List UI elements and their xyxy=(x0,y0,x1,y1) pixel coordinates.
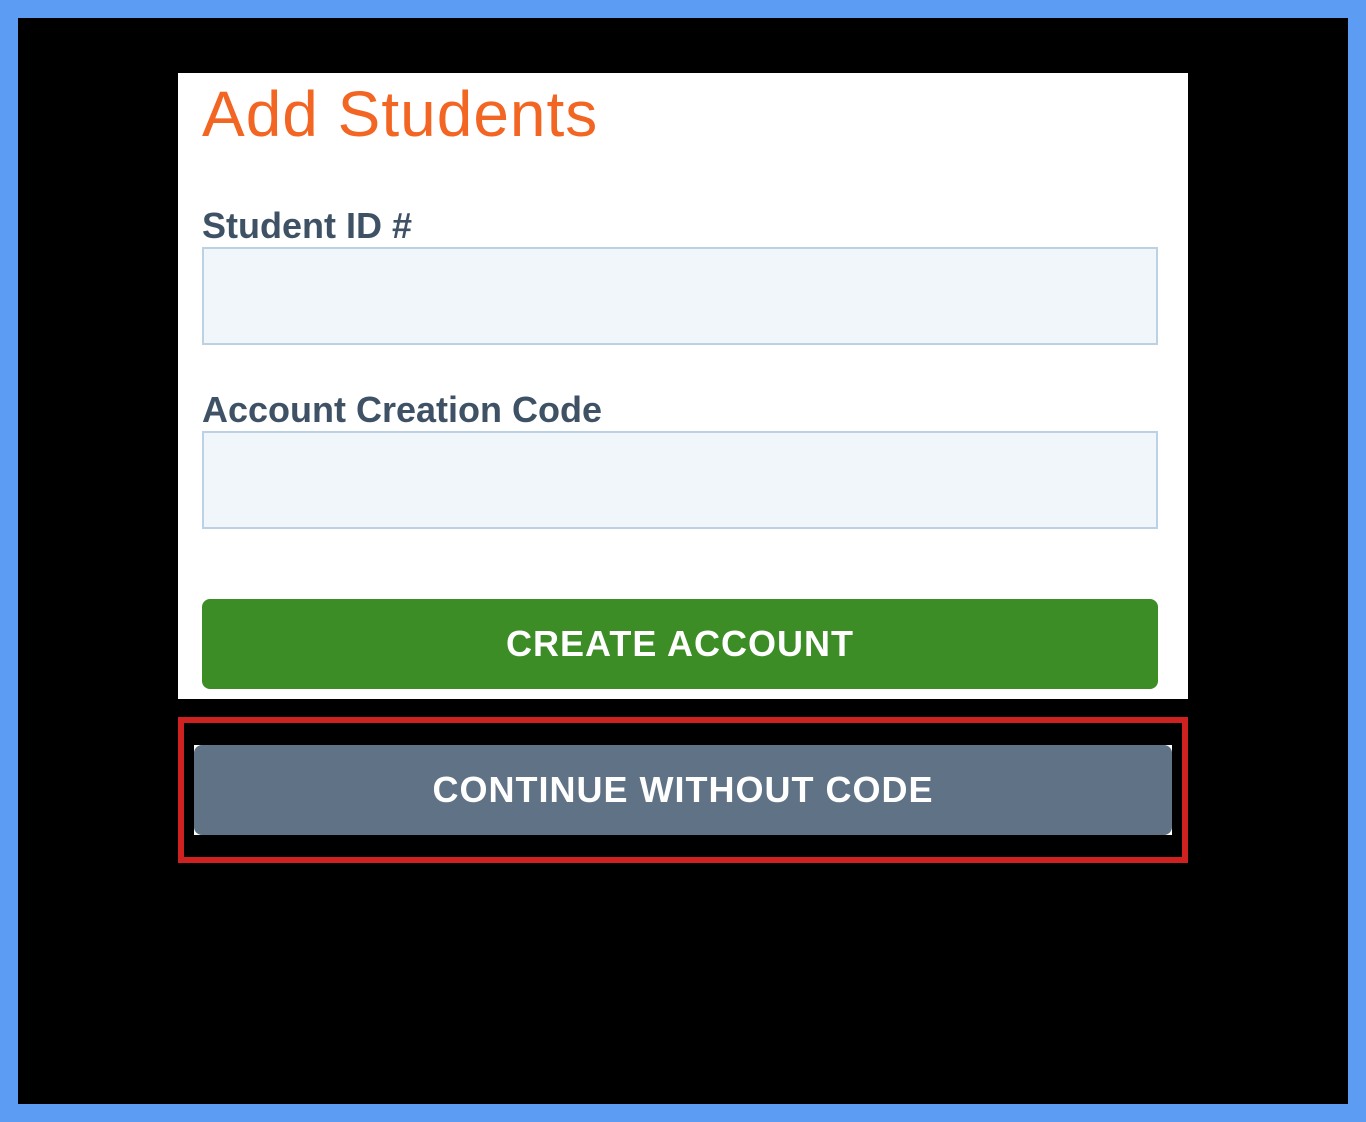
continue-without-code-button[interactable]: CONTINUE WITHOUT CODE xyxy=(194,745,1172,835)
student-id-input[interactable] xyxy=(202,247,1158,345)
add-students-card: Add Students Student ID # Account Creati… xyxy=(178,73,1188,699)
highlight-annotation: CONTINUE WITHOUT CODE xyxy=(178,717,1188,863)
highlight-inner: CONTINUE WITHOUT CODE xyxy=(194,745,1172,835)
button-section: CREATE ACCOUNT xyxy=(202,599,1158,689)
student-id-label: Student ID # xyxy=(202,205,412,246)
page-title: Add Students xyxy=(202,73,1158,149)
create-account-button[interactable]: CREATE ACCOUNT xyxy=(202,599,1158,689)
account-code-input[interactable] xyxy=(202,431,1158,529)
account-code-label: Account Creation Code xyxy=(202,389,602,430)
outer-frame: Add Students Student ID # Account Creati… xyxy=(18,18,1348,1104)
